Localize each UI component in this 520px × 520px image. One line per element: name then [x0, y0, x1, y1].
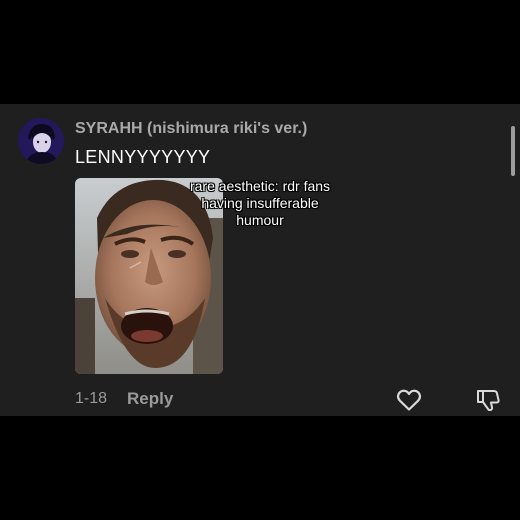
- scrollbar[interactable]: [511, 126, 515, 176]
- dislike-button[interactable]: [475, 387, 501, 413]
- avatar-image: [18, 118, 64, 164]
- comment-date: 1-18: [75, 390, 108, 407]
- avatar[interactable]: [18, 118, 64, 164]
- meme-caption: rare aesthetic: rdr fans having insuffer…: [176, 178, 344, 229]
- heart-outline-icon: [396, 389, 422, 411]
- screen: SYRAHH (nishimura riki's ver.) LENNYYYYY…: [0, 0, 520, 520]
- comment-card: SYRAHH (nishimura riki's ver.) LENNYYYYY…: [0, 104, 520, 416]
- reply-button[interactable]: Reply: [127, 389, 173, 409]
- comment-username[interactable]: SYRAHH (nishimura riki's ver.): [75, 120, 307, 138]
- like-button[interactable]: [396, 388, 422, 412]
- comment-text: LENNYYYYYYY: [75, 147, 211, 167]
- meme-caption-line: rare aesthetic: rdr fans: [189, 178, 331, 194]
- meme-caption-line: having insufferable: [201, 195, 319, 211]
- meme-caption-line: humour: [236, 212, 284, 228]
- thumbs-down-outline-icon: [477, 390, 500, 411]
